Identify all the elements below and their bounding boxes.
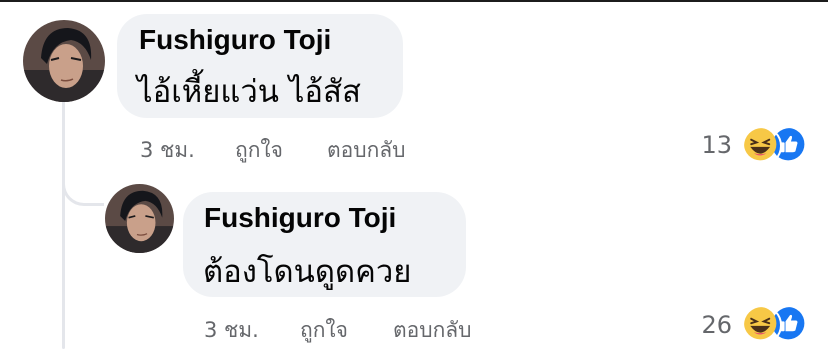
comment-like-button[interactable]: ถูกใจ [235,134,283,167]
haha-icon [742,126,782,166]
reply-reply-button[interactable]: ตอบกลับ [393,314,472,347]
avatar[interactable] [23,20,105,102]
top-divider [0,0,828,2]
avatar-image [23,20,105,102]
comment-bubble: Fushiguro Toji ไอ้เหี้ยแว่น ไอ้สัส [117,14,403,118]
reply-avatar[interactable] [105,184,174,253]
reply-like-button[interactable]: ถูกใจ [300,314,348,347]
thread-line [62,96,65,349]
reply-avatar-image [105,184,174,253]
reply-reaction-summary[interactable] [742,305,810,345]
reply-timestamp[interactable]: 3 ชม. [204,314,259,347]
haha-icon [742,305,782,345]
comment-reply-button[interactable]: ตอบกลับ [327,134,406,167]
comment-timestamp[interactable]: 3 ชม. [140,134,195,167]
reaction-count[interactable]: 13 [680,131,732,159]
comment-text: ไอ้เหี้ยแว่น ไอ้สัส [137,74,361,110]
reply-reaction-count[interactable]: 26 [682,311,732,339]
reply-bubble: Fushiguro Toji ต้องโดนดูดควย [183,192,466,297]
reaction-summary[interactable] [742,126,810,166]
reply-text: ต้องโดนดูดควย [203,254,412,290]
reply-author[interactable]: Fushiguro Toji [204,202,396,234]
thread-connector [62,168,104,206]
comment-author[interactable]: Fushiguro Toji [139,24,331,56]
